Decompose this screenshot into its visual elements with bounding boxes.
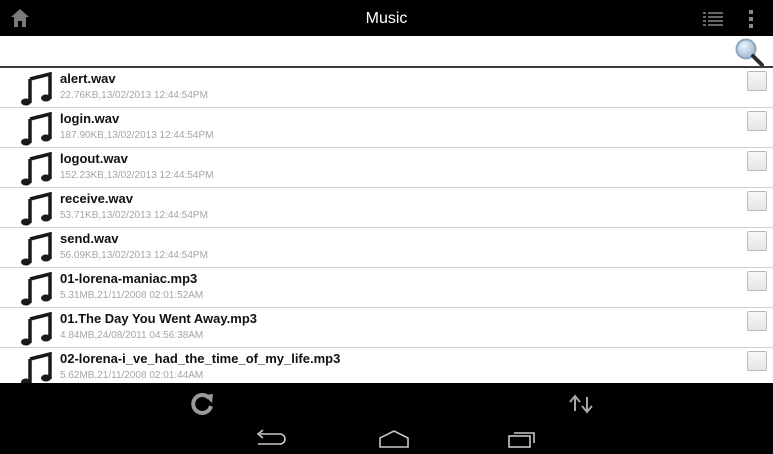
file-meta: 5.62MB,21/11/2008 02:01:44AM — [60, 370, 204, 381]
nav-home-button[interactable] — [376, 427, 412, 451]
music-note-icon — [21, 312, 52, 346]
file-row[interactable]: send.wav 56.09KB,13/02/2013 12:44:54PM — [0, 228, 773, 268]
file-name: 02-lorena-i_ve_had_the_time_of_my_life.m… — [60, 351, 341, 366]
search-input[interactable] — [4, 38, 726, 62]
file-meta: 53.71KB,13/02/2013 12:44:54PM — [60, 210, 208, 221]
sort-button[interactable] — [566, 393, 596, 415]
file-checkbox[interactable] — [747, 351, 767, 371]
file-name: login.wav — [60, 111, 120, 126]
file-name: receive.wav — [60, 191, 134, 206]
file-list: alert.wav 22.76KB,13/02/2013 12:44:54PM … — [0, 68, 773, 383]
file-checkbox[interactable] — [747, 271, 767, 291]
file-checkbox[interactable] — [747, 151, 767, 171]
recent-apps-button[interactable] — [504, 427, 538, 451]
file-meta: 5.31MB,21/11/2008 02:01:52AM — [60, 290, 204, 301]
recent-apps-icon — [508, 432, 535, 448]
file-checkbox[interactable] — [747, 191, 767, 211]
file-meta: 22.76KB,13/02/2013 12:44:54PM — [60, 90, 208, 101]
title-bar: Music — [0, 0, 773, 36]
list-view-icon — [703, 12, 723, 26]
app-title: Music — [365, 10, 408, 27]
file-row[interactable]: 01-lorena-maniac.mp3 5.31MB,21/11/2008 0… — [0, 268, 773, 308]
search-bar — [0, 36, 773, 67]
music-note-icon — [21, 352, 52, 383]
home-outline-icon — [379, 430, 409, 448]
music-note-icon — [21, 112, 52, 146]
home-icon — [11, 9, 29, 27]
file-meta: 187.90KB,13/02/2013 12:44:54PM — [60, 130, 214, 141]
refresh-icon — [191, 392, 213, 415]
music-note-icon — [21, 192, 52, 226]
overflow-menu-icon — [749, 10, 753, 28]
home-button[interactable] — [6, 4, 34, 32]
file-checkbox[interactable] — [747, 311, 767, 331]
sort-icon — [569, 394, 593, 414]
overflow-menu-button[interactable] — [740, 6, 762, 32]
music-note-icon — [21, 152, 52, 186]
system-nav-bar — [0, 423, 773, 454]
file-meta: 4.84MB,24/08/2011 04:56:38AM — [60, 330, 204, 341]
file-name: logout.wav — [60, 151, 128, 166]
magnifier-icon — [735, 38, 764, 67]
file-row[interactable]: login.wav 187.90KB,13/02/2013 12:44:54PM — [0, 108, 773, 148]
file-row[interactable]: 02-lorena-i_ve_had_the_time_of_my_life.m… — [0, 348, 773, 383]
file-row[interactable]: logout.wav 152.23KB,13/02/2013 12:44:54P… — [0, 148, 773, 188]
file-name: 01-lorena-maniac.mp3 — [60, 271, 198, 286]
action-bar — [0, 383, 773, 423]
file-meta: 152.23KB,13/02/2013 12:44:54PM — [60, 170, 214, 181]
back-button[interactable] — [252, 427, 286, 451]
file-name: alert.wav — [60, 71, 116, 86]
back-icon — [256, 429, 286, 445]
search-button[interactable] — [732, 37, 766, 67]
file-checkbox[interactable] — [747, 111, 767, 131]
file-checkbox[interactable] — [747, 231, 767, 251]
file-name: send.wav — [60, 231, 119, 246]
music-note-icon — [21, 232, 52, 266]
file-row[interactable]: receive.wav 53.71KB,13/02/2013 12:44:54P… — [0, 188, 773, 228]
file-row[interactable]: alert.wav 22.76KB,13/02/2013 12:44:54PM — [0, 68, 773, 108]
refresh-button[interactable] — [187, 390, 217, 418]
list-view-button[interactable] — [700, 8, 726, 30]
music-note-icon — [21, 272, 52, 306]
file-meta: 56.09KB,13/02/2013 12:44:54PM — [60, 250, 208, 261]
file-name: 01.The Day You Went Away.mp3 — [60, 311, 257, 326]
file-row[interactable]: 01.The Day You Went Away.mp3 4.84MB,24/0… — [0, 308, 773, 348]
file-checkbox[interactable] — [747, 71, 767, 91]
music-note-icon — [21, 72, 52, 106]
